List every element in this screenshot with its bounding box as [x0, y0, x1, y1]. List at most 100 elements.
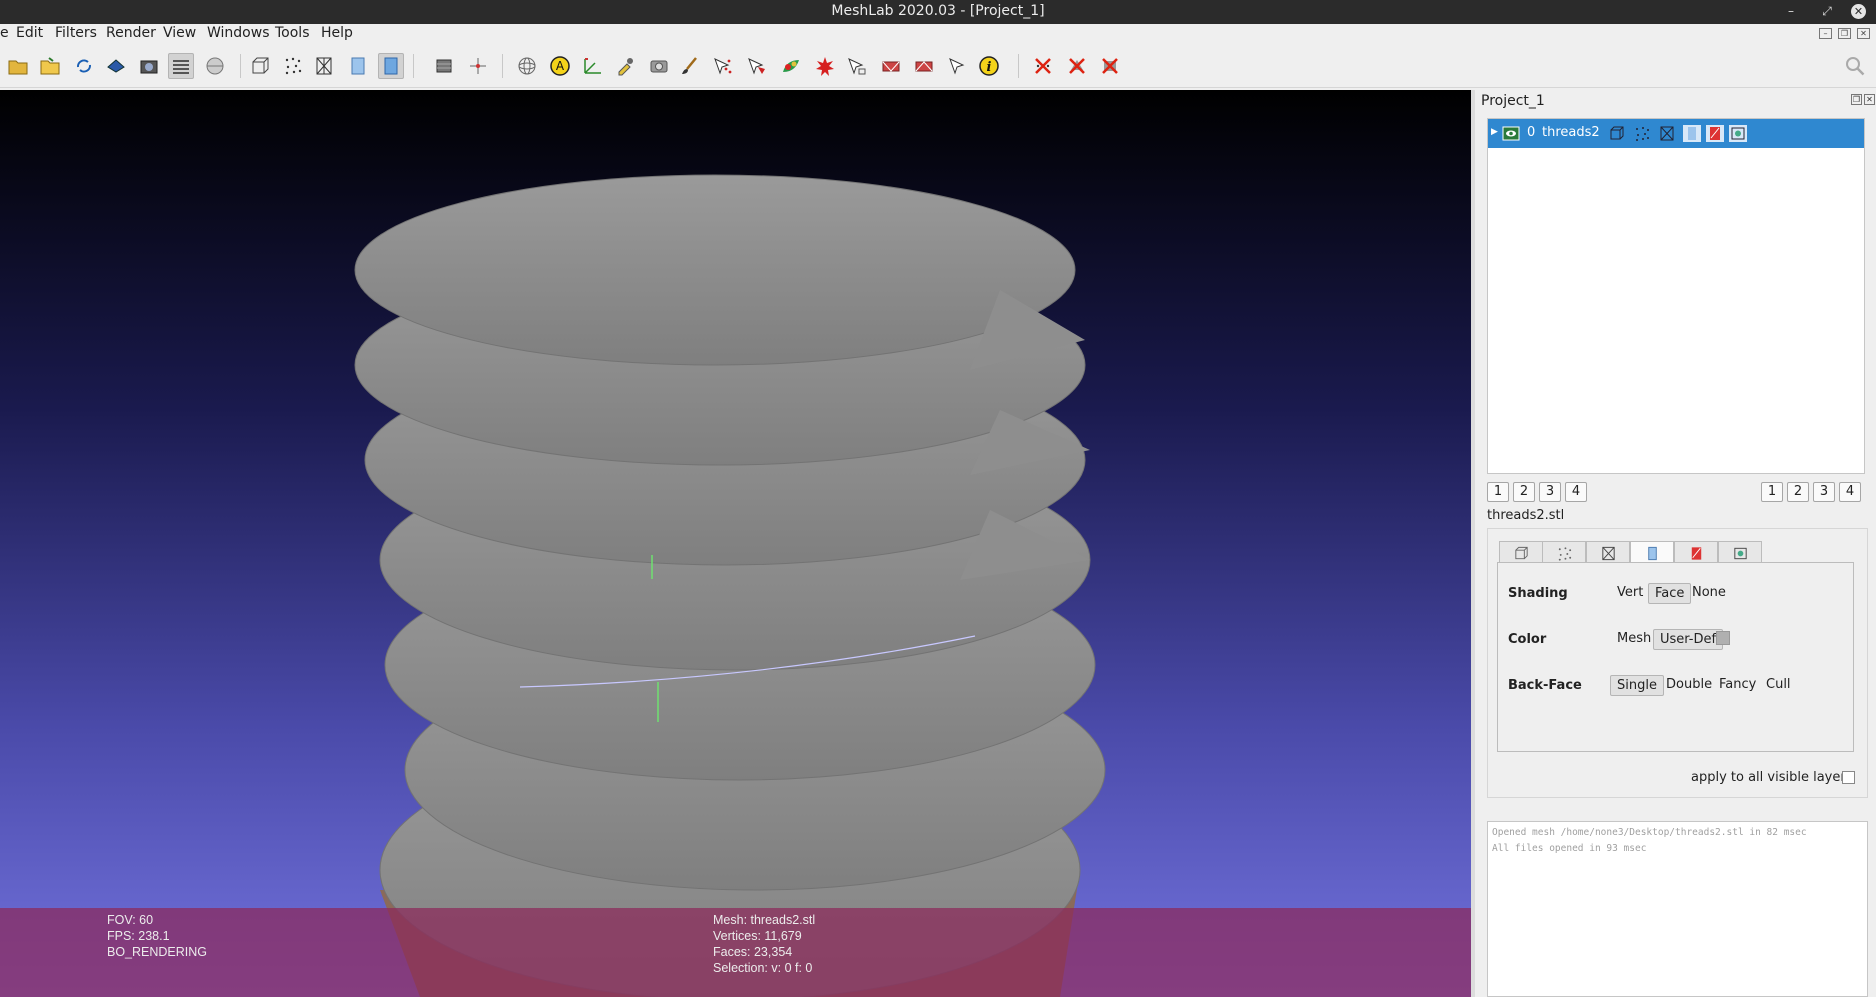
shading-vert-option[interactable]: Vert: [1611, 583, 1649, 602]
layer-points-icon[interactable]: [1633, 125, 1651, 142]
info-left: FOV: 60 FPS: 238.1 BO_RENDERING: [107, 912, 207, 960]
menu-help[interactable]: Help: [321, 25, 353, 41]
layer-texture-icon[interactable]: [1706, 125, 1724, 142]
backface-cull-option[interactable]: Cull: [1760, 675, 1797, 694]
render-viewport[interactable]: FOV: 60 FPS: 238.1 BO_RENDERING Mesh: th…: [0, 90, 1471, 997]
select-connected-icon[interactable]: [878, 53, 904, 79]
layer-wireframe-icon[interactable]: [1658, 125, 1676, 142]
fov-label: FOV: 60: [107, 913, 154, 927]
flat-shading-icon[interactable]: [345, 53, 371, 79]
restore-icon[interactable]: ⤢: [1818, 2, 1836, 20]
main-toolbar: A i: [0, 44, 1876, 88]
text-annotation-icon[interactable]: A: [547, 53, 573, 79]
viewport-info-overlay: FOV: 60 FPS: 238.1 BO_RENDERING Mesh: th…: [0, 908, 1471, 997]
align-icon[interactable]: [844, 53, 870, 79]
reload-icon[interactable]: [71, 53, 97, 79]
selection-label: Selection: v: 0 f: 0: [713, 961, 813, 975]
backface-fancy-option[interactable]: Fancy: [1713, 675, 1762, 694]
backface-single-option[interactable]: Single: [1610, 675, 1664, 696]
wireframe-icon[interactable]: [311, 53, 337, 79]
layer-panel: Project_1 ❐ ✕ ▶ 0 threads2 1 2 3 4 1 2 3…: [1475, 90, 1876, 997]
log-area[interactable]: Opened mesh /home/none3/Desktop/threads2…: [1487, 821, 1868, 997]
menu-render[interactable]: Render: [106, 25, 156, 41]
layer-visible-icon[interactable]: [1502, 125, 1520, 142]
menu-view[interactable]: View: [163, 25, 196, 41]
backface-double-option[interactable]: Double: [1660, 675, 1718, 694]
layer-index: 0: [1527, 125, 1536, 140]
close-icon[interactable]: ✕: [1851, 4, 1866, 19]
menu-file[interactable]: e: [0, 25, 9, 41]
camera-icon[interactable]: [646, 53, 672, 79]
layer-decorator-icon[interactable]: [1729, 125, 1747, 142]
view-right-1-button[interactable]: 1: [1761, 482, 1783, 502]
search-icon[interactable]: [1842, 53, 1868, 79]
layer-list: ▶ 0 threads2: [1487, 118, 1865, 474]
view-left-4-button[interactable]: 4: [1565, 482, 1587, 502]
delete-all-icon[interactable]: [1097, 53, 1123, 79]
expand-arrow-icon[interactable]: ▶: [1491, 127, 1498, 137]
select-region-icon[interactable]: [911, 53, 937, 79]
raster-icon[interactable]: [202, 53, 228, 79]
view-right-2-button[interactable]: 2: [1787, 482, 1809, 502]
view-left-1-button[interactable]: 1: [1487, 482, 1509, 502]
apply-all-label: apply to all visible layers: [1691, 770, 1853, 785]
panel-close-icon[interactable]: ✕: [1864, 94, 1875, 105]
apply-all-checkbox[interactable]: [1842, 771, 1855, 784]
color-userdef-option[interactable]: User-Def: [1653, 629, 1724, 650]
mdi-close-icon[interactable]: ✕: [1857, 28, 1870, 39]
shading-none-option[interactable]: None: [1686, 583, 1732, 602]
fps-label: FPS: 238.1: [107, 929, 170, 943]
delete-vertices-icon[interactable]: [1030, 53, 1056, 79]
layers-icon[interactable]: [168, 53, 194, 79]
mesh-name-label: Mesh: threads2.stl: [713, 913, 816, 927]
lighting-icon[interactable]: [431, 53, 457, 79]
pick-points-icon[interactable]: [945, 53, 971, 79]
snapshot-icon[interactable]: [136, 53, 162, 79]
smooth-shading-icon[interactable]: [378, 53, 404, 79]
color-swatch[interactable]: [1716, 631, 1730, 645]
trackball-icon[interactable]: [514, 53, 540, 79]
color-picker-icon[interactable]: [612, 53, 638, 79]
color-label: Color: [1508, 632, 1547, 647]
menubar: e Edit Filters Render View Windows Tools…: [0, 24, 1876, 44]
panel-title: Project_1: [1481, 93, 1545, 109]
paint-mesh-icon[interactable]: [778, 53, 804, 79]
menu-filters[interactable]: Filters: [55, 25, 97, 41]
panel-float-icon[interactable]: ❐: [1851, 94, 1862, 105]
axes-icon[interactable]: [465, 53, 491, 79]
shading-face-option[interactable]: Face: [1648, 583, 1692, 604]
view-left-3-button[interactable]: 3: [1539, 482, 1561, 502]
open-project-icon[interactable]: [5, 53, 31, 79]
paint-brush-icon[interactable]: [677, 53, 703, 79]
measure-icon[interactable]: [580, 53, 606, 79]
georef-icon[interactable]: [812, 53, 838, 79]
open-mesh-icon[interactable]: [37, 53, 63, 79]
color-mesh-option[interactable]: Mesh: [1611, 629, 1657, 648]
layer-shading-icon[interactable]: [1683, 125, 1701, 142]
menu-windows[interactable]: Windows: [207, 25, 270, 41]
layer-row[interactable]: ▶ 0 threads2: [1488, 119, 1864, 148]
shading-label: Shading: [1508, 586, 1568, 601]
info-icon[interactable]: i: [976, 53, 1002, 79]
shading-tab-panel: Shading Vert Face None Color Mesh User-D…: [1497, 562, 1854, 752]
backface-label: Back-Face: [1508, 678, 1582, 693]
points-icon[interactable]: [280, 53, 306, 79]
minimize-icon[interactable]: –: [1782, 2, 1800, 20]
bbox-icon[interactable]: [247, 53, 273, 79]
menu-edit[interactable]: Edit: [16, 25, 43, 41]
menu-tools[interactable]: Tools: [275, 25, 310, 41]
select-faces-icon[interactable]: [744, 53, 770, 79]
render-mode-label: BO_RENDERING: [107, 945, 208, 959]
select-vertex-icon[interactable]: [710, 53, 736, 79]
layer-name[interactable]: threads2: [1542, 125, 1600, 140]
mdi-minimize-icon[interactable]: –: [1819, 28, 1832, 39]
window-titlebar: MeshLab 2020.03 - [Project_1] – ⤢ ✕: [0, 0, 1876, 24]
svg-text:A: A: [556, 59, 565, 73]
mdi-restore-icon[interactable]: ❐: [1838, 28, 1851, 39]
view-right-3-button[interactable]: 3: [1813, 482, 1835, 502]
view-right-4-button[interactable]: 4: [1839, 482, 1861, 502]
export-mesh-icon[interactable]: [103, 53, 129, 79]
view-left-2-button[interactable]: 2: [1513, 482, 1535, 502]
layer-bbox-icon[interactable]: [1608, 125, 1626, 142]
delete-faces-icon[interactable]: [1064, 53, 1090, 79]
